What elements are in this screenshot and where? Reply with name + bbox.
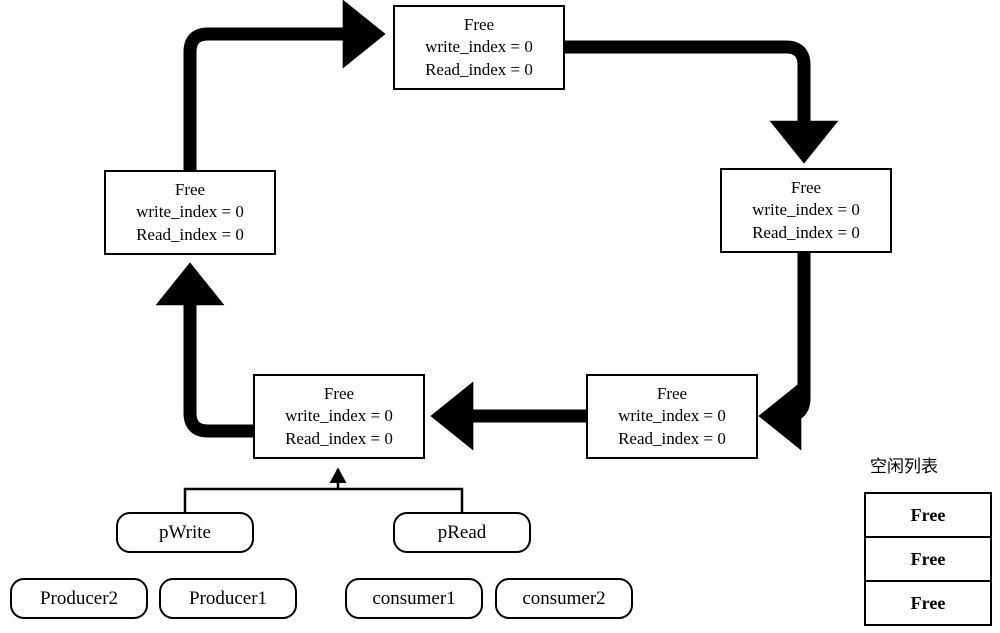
arrow-top-to-right [565,40,839,164]
node-bottom-center-write-index: write_index = 0 [285,406,393,426]
node-right-state: Free [790,177,822,197]
actor-consumer2[interactable]: consumer2 [495,578,633,619]
free-list: Free Free Free [864,492,992,626]
diagram-canvas: Free write_index = 0 Read_index = 0 Free… [0,0,1000,633]
node-bottom-right-write-index: write_index = 0 [618,406,726,426]
node-top[interactable]: Free write_index = 0 Read_index = 0 [393,5,565,90]
node-top-state: Free [463,14,495,34]
free-list-cell-label: Free [910,592,946,613]
pointer-pwrite[interactable]: pWrite [116,512,254,553]
free-list-cell[interactable]: Free [864,536,992,582]
free-list-cell[interactable]: Free [864,492,992,538]
node-bottom-center-read-index: Read_index = 0 [285,428,393,448]
node-bottom-right-read-index: Read_index = 0 [618,428,726,448]
free-list-cell-label: Free [910,548,946,569]
pointer-pread-label: pRead [437,521,487,543]
actor-producer2[interactable]: Producer2 [10,578,148,619]
arrow-bottom-center-to-left [155,262,253,438]
pointer-pread[interactable]: pRead [393,512,531,553]
pointer-pwrite-label: pWrite [159,521,211,543]
node-right[interactable]: Free write_index = 0 Read_index = 0 [720,168,892,253]
node-left[interactable]: Free write_index = 0 Read_index = 0 [104,170,276,255]
node-top-read-index: Read_index = 0 [425,59,533,79]
node-top-write-index: write_index = 0 [425,37,533,57]
actor-producer2-label: Producer2 [39,587,119,609]
node-left-write-index: write_index = 0 [136,202,244,222]
node-left-read-index: Read_index = 0 [136,224,244,244]
node-bottom-center-state: Free [323,383,355,403]
node-bottom-center[interactable]: Free write_index = 0 Read_index = 0 [253,374,425,459]
free-list-cell[interactable]: Free [864,580,992,626]
actor-consumer1[interactable]: consumer1 [345,578,483,619]
free-list-cell-label: Free [910,504,946,525]
free-list-title: 空闲列表 [870,457,938,476]
node-right-read-index: Read_index = 0 [752,222,860,242]
node-bottom-right-state: Free [656,383,688,403]
actor-producer1-label: Producer1 [188,587,268,609]
arrow-right-to-bottom-right [758,253,811,451]
arrow-left-to-top [183,0,386,170]
actor-producer1[interactable]: Producer1 [159,578,297,619]
connector-pointer-bus [183,487,464,512]
node-bottom-right[interactable]: Free write_index = 0 Read_index = 0 [586,374,758,459]
node-right-write-index: write_index = 0 [752,200,860,220]
actor-consumer2-label: consumer2 [522,587,606,609]
node-left-state: Free [174,179,206,199]
actor-consumer1-label: consumer1 [372,587,456,609]
